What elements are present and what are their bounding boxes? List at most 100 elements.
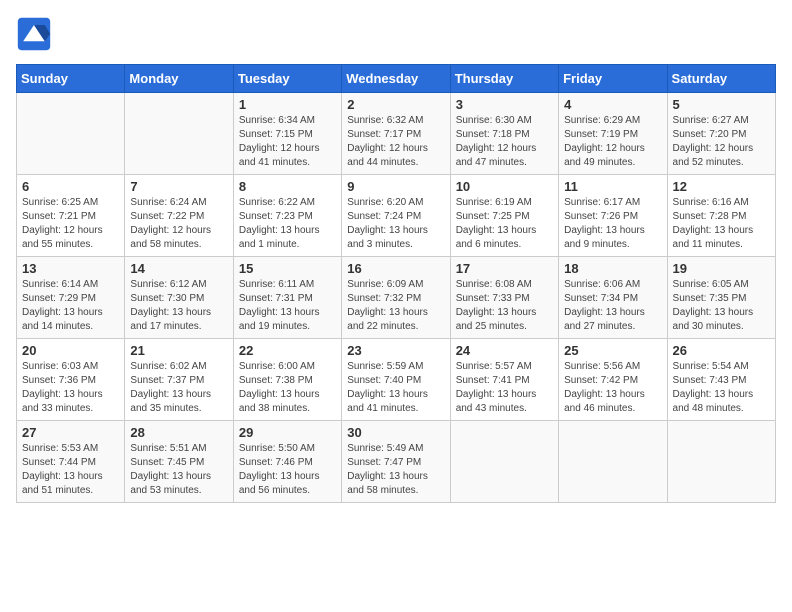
day-number: 13 [22, 261, 119, 276]
sunset-text: Sunset: 7:42 PM [564, 374, 661, 388]
calendar-cell: 2 Sunrise: 6:32 AM Sunset: 7:17 PM Dayli… [342, 93, 450, 175]
day-number: 18 [564, 261, 661, 276]
sunrise-text: Sunrise: 5:50 AM [239, 442, 336, 456]
sunset-text: Sunset: 7:30 PM [130, 292, 227, 306]
sunrise-text: Sunrise: 6:11 AM [239, 278, 336, 292]
day-number: 20 [22, 343, 119, 358]
week-row-3: 13 Sunrise: 6:14 AM Sunset: 7:29 PM Dayl… [17, 257, 776, 339]
calendar-cell: 22 Sunrise: 6:00 AM Sunset: 7:38 PM Dayl… [233, 339, 341, 421]
daylight-text: Daylight: 12 hours and 52 minutes. [673, 142, 770, 170]
sunset-text: Sunset: 7:18 PM [456, 128, 553, 142]
sunrise-text: Sunrise: 6:12 AM [130, 278, 227, 292]
day-number: 2 [347, 97, 444, 112]
day-number: 14 [130, 261, 227, 276]
day-number: 24 [456, 343, 553, 358]
sunset-text: Sunset: 7:25 PM [456, 210, 553, 224]
calendar-cell: 13 Sunrise: 6:14 AM Sunset: 7:29 PM Dayl… [17, 257, 125, 339]
day-number: 5 [673, 97, 770, 112]
logo [16, 16, 56, 52]
day-info: Sunrise: 6:29 AM Sunset: 7:19 PM Dayligh… [564, 114, 661, 170]
day-number: 17 [456, 261, 553, 276]
calendar-cell: 10 Sunrise: 6:19 AM Sunset: 7:25 PM Dayl… [450, 175, 558, 257]
calendar-cell: 16 Sunrise: 6:09 AM Sunset: 7:32 PM Dayl… [342, 257, 450, 339]
daylight-text: Daylight: 13 hours and 27 minutes. [564, 306, 661, 334]
week-row-5: 27 Sunrise: 5:53 AM Sunset: 7:44 PM Dayl… [17, 421, 776, 503]
day-header-thursday: Thursday [450, 65, 558, 93]
sunset-text: Sunset: 7:43 PM [673, 374, 770, 388]
sunset-text: Sunset: 7:44 PM [22, 456, 119, 470]
sunrise-text: Sunrise: 6:27 AM [673, 114, 770, 128]
day-number: 19 [673, 261, 770, 276]
day-number: 23 [347, 343, 444, 358]
daylight-text: Daylight: 13 hours and 48 minutes. [673, 388, 770, 416]
sunset-text: Sunset: 7:47 PM [347, 456, 444, 470]
sunrise-text: Sunrise: 6:34 AM [239, 114, 336, 128]
calendar-cell: 21 Sunrise: 6:02 AM Sunset: 7:37 PM Dayl… [125, 339, 233, 421]
sunset-text: Sunset: 7:34 PM [564, 292, 661, 306]
sunset-text: Sunset: 7:26 PM [564, 210, 661, 224]
sunset-text: Sunset: 7:20 PM [673, 128, 770, 142]
calendar-table: SundayMondayTuesdayWednesdayThursdayFrid… [16, 64, 776, 503]
calendar-cell: 6 Sunrise: 6:25 AM Sunset: 7:21 PM Dayli… [17, 175, 125, 257]
sunrise-text: Sunrise: 6:29 AM [564, 114, 661, 128]
sunset-text: Sunset: 7:17 PM [347, 128, 444, 142]
sunset-text: Sunset: 7:28 PM [673, 210, 770, 224]
day-info: Sunrise: 6:22 AM Sunset: 7:23 PM Dayligh… [239, 196, 336, 252]
sunrise-text: Sunrise: 6:09 AM [347, 278, 444, 292]
sunset-text: Sunset: 7:33 PM [456, 292, 553, 306]
daylight-text: Daylight: 12 hours and 41 minutes. [239, 142, 336, 170]
sunrise-text: Sunrise: 5:56 AM [564, 360, 661, 374]
day-info: Sunrise: 5:49 AM Sunset: 7:47 PM Dayligh… [347, 442, 444, 498]
day-number: 11 [564, 179, 661, 194]
day-number: 4 [564, 97, 661, 112]
day-info: Sunrise: 6:11 AM Sunset: 7:31 PM Dayligh… [239, 278, 336, 334]
day-info: Sunrise: 6:24 AM Sunset: 7:22 PM Dayligh… [130, 196, 227, 252]
calendar-cell: 8 Sunrise: 6:22 AM Sunset: 7:23 PM Dayli… [233, 175, 341, 257]
sunrise-text: Sunrise: 5:59 AM [347, 360, 444, 374]
day-info: Sunrise: 5:51 AM Sunset: 7:45 PM Dayligh… [130, 442, 227, 498]
sunrise-text: Sunrise: 5:51 AM [130, 442, 227, 456]
day-number: 15 [239, 261, 336, 276]
daylight-text: Daylight: 13 hours and 17 minutes. [130, 306, 227, 334]
day-info: Sunrise: 6:12 AM Sunset: 7:30 PM Dayligh… [130, 278, 227, 334]
day-header-friday: Friday [559, 65, 667, 93]
sunset-text: Sunset: 7:29 PM [22, 292, 119, 306]
calendar-cell: 23 Sunrise: 5:59 AM Sunset: 7:40 PM Dayl… [342, 339, 450, 421]
sunrise-text: Sunrise: 6:20 AM [347, 196, 444, 210]
daylight-text: Daylight: 13 hours and 35 minutes. [130, 388, 227, 416]
day-info: Sunrise: 6:08 AM Sunset: 7:33 PM Dayligh… [456, 278, 553, 334]
daylight-text: Daylight: 13 hours and 22 minutes. [347, 306, 444, 334]
sunrise-text: Sunrise: 6:14 AM [22, 278, 119, 292]
day-info: Sunrise: 6:03 AM Sunset: 7:36 PM Dayligh… [22, 360, 119, 416]
day-number: 28 [130, 425, 227, 440]
calendar-cell: 25 Sunrise: 5:56 AM Sunset: 7:42 PM Dayl… [559, 339, 667, 421]
daylight-text: Daylight: 13 hours and 46 minutes. [564, 388, 661, 416]
day-info: Sunrise: 6:16 AM Sunset: 7:28 PM Dayligh… [673, 196, 770, 252]
sunset-text: Sunset: 7:32 PM [347, 292, 444, 306]
calendar-cell [17, 93, 125, 175]
daylight-text: Daylight: 13 hours and 19 minutes. [239, 306, 336, 334]
daylight-text: Daylight: 13 hours and 53 minutes. [130, 470, 227, 498]
day-info: Sunrise: 6:34 AM Sunset: 7:15 PM Dayligh… [239, 114, 336, 170]
sunrise-text: Sunrise: 6:05 AM [673, 278, 770, 292]
day-number: 7 [130, 179, 227, 194]
sunset-text: Sunset: 7:37 PM [130, 374, 227, 388]
daylight-text: Daylight: 13 hours and 51 minutes. [22, 470, 119, 498]
sunset-text: Sunset: 7:21 PM [22, 210, 119, 224]
day-header-tuesday: Tuesday [233, 65, 341, 93]
page-header [16, 16, 776, 52]
day-header-wednesday: Wednesday [342, 65, 450, 93]
day-info: Sunrise: 6:14 AM Sunset: 7:29 PM Dayligh… [22, 278, 119, 334]
calendar-cell: 1 Sunrise: 6:34 AM Sunset: 7:15 PM Dayli… [233, 93, 341, 175]
day-info: Sunrise: 6:27 AM Sunset: 7:20 PM Dayligh… [673, 114, 770, 170]
calendar-cell: 27 Sunrise: 5:53 AM Sunset: 7:44 PM Dayl… [17, 421, 125, 503]
calendar-cell: 29 Sunrise: 5:50 AM Sunset: 7:46 PM Dayl… [233, 421, 341, 503]
day-info: Sunrise: 5:50 AM Sunset: 7:46 PM Dayligh… [239, 442, 336, 498]
day-number: 27 [22, 425, 119, 440]
day-number: 16 [347, 261, 444, 276]
sunrise-text: Sunrise: 6:30 AM [456, 114, 553, 128]
sunrise-text: Sunrise: 6:08 AM [456, 278, 553, 292]
calendar-cell: 9 Sunrise: 6:20 AM Sunset: 7:24 PM Dayli… [342, 175, 450, 257]
calendar-cell: 20 Sunrise: 6:03 AM Sunset: 7:36 PM Dayl… [17, 339, 125, 421]
day-info: Sunrise: 6:05 AM Sunset: 7:35 PM Dayligh… [673, 278, 770, 334]
